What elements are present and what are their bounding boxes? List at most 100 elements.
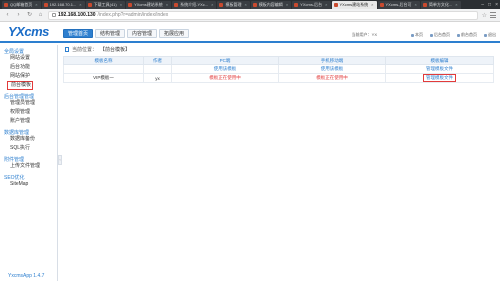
close-window-icon[interactable]: × <box>495 2 498 8</box>
browser-tab[interactable]: 系统介绍-YXc... × <box>172 1 217 9</box>
forward-icon[interactable]: › <box>15 12 22 19</box>
close-tab-icon[interactable]: × <box>455 1 457 9</box>
sidebar-item[interactable]: SiteMap <box>0 180 57 189</box>
back-icon[interactable]: ‹ <box>4 12 11 19</box>
close-tab-icon[interactable]: × <box>286 1 288 9</box>
sidebar-item[interactable]: 数据库备份 <box>0 135 57 144</box>
quick-link-logout[interactable]: 退出 <box>484 32 496 38</box>
sidebar: 全局设置 网站设置 后台功能 网站保护 前台模板 后台管理管理 管理员管理 权限管理 账户管理数… <box>0 45 58 281</box>
sidebar-item[interactable]: 网站保护 <box>0 72 57 81</box>
browser-tab[interactable]: 下载工具(41) × <box>85 1 126 9</box>
template-table: 模板名称 作者 PC端 手机移动端 模板编辑 使用该模板 使用该模板 管理模板文件 VIP模板… <box>63 56 494 83</box>
app-header: YXcms 管理首页 结构管理 内容管理 拓展应用 当前用户：YX 本页 后台首页 前… <box>0 22 500 43</box>
sidebar-section-title[interactable]: 全局设置 <box>0 45 57 55</box>
quick-link-admin-home[interactable]: 后台首页 <box>430 32 450 38</box>
template-name: VIP模板一 <box>93 75 114 80</box>
window-controls: – □ × <box>481 0 498 9</box>
favicon-icon <box>4 3 8 7</box>
browser-tab-bar: QQ邮箱首页 × 192.168.70.1... × 下载工具(41) × YXcms建站系… <box>0 0 500 9</box>
sidebar-item[interactable]: 网站设置 <box>0 54 57 63</box>
nav-tab[interactable]: 结构管理 <box>95 29 126 38</box>
nav-tab[interactable]: 拓展应用 <box>159 29 190 38</box>
sidebar-item[interactable]: 权限管理 <box>0 108 57 117</box>
table-cell: 使用该模板 <box>278 64 386 74</box>
table-cell: 使用该模板 <box>171 64 279 74</box>
template-in-use-label: 模板正在使用中 <box>209 75 241 80</box>
home-icon <box>430 33 433 37</box>
breadcrumb-current: 【前台模板】 <box>100 47 131 53</box>
close-tab-icon[interactable]: × <box>325 1 327 9</box>
close-tab-icon[interactable]: × <box>244 1 246 9</box>
close-tab-icon[interactable]: × <box>371 1 373 9</box>
sidebar-section-title[interactable]: 附件管理 <box>0 153 57 163</box>
browser-tab-label: YXcms建站系统 <box>339 2 369 7</box>
favicon-icon <box>128 3 133 7</box>
quick-link-site-home[interactable]: 前台首页 <box>457 32 477 38</box>
security-icon <box>52 13 56 17</box>
close-tab-icon[interactable]: × <box>120 1 122 9</box>
table-header-row: 模板名称 作者 PC端 手机移动端 模板编辑 <box>63 56 494 65</box>
browser-tab-label: 系统介绍-YXc... <box>180 2 209 7</box>
browser-tab-label: YXcms-后台可 <box>385 2 412 7</box>
sidebar-section-title[interactable]: SEO优化 <box>0 171 57 181</box>
maximize-icon[interactable]: □ <box>488 2 491 8</box>
manage-template-files-link[interactable]: 管理模板文件 <box>426 66 453 71</box>
nav-tab[interactable]: 内容管理 <box>127 29 158 38</box>
table-cell: 模板正在使用中 <box>278 73 386 83</box>
logout-icon <box>484 33 487 37</box>
close-tab-icon[interactable]: × <box>415 1 417 9</box>
browser-tab[interactable]: 192.168.70.1... × <box>41 1 85 9</box>
column-header: 模板名称 <box>63 56 144 65</box>
browser-tab[interactable]: 简单方文化... × <box>420 1 461 9</box>
url-field[interactable]: 192.168.100.130/index.php?r=admin/index/… <box>48 10 478 20</box>
browser-tab-label: YXcms建站系统 <box>134 2 163 7</box>
sidebar-item[interactable]: 账户管理 <box>0 117 57 126</box>
browser-tab[interactable]: 模板内容编辑 × <box>250 1 292 9</box>
sidebar-section-title[interactable]: 后台管理管理 <box>0 90 57 100</box>
browser-tab-label: 192.168.70.1... <box>49 2 77 7</box>
browser-tab[interactable]: YXcms建站系统 × <box>126 1 172 9</box>
manage-template-files-link[interactable]: 管理模板文件 <box>423 74 456 82</box>
main-nav: 管理首页 结构管理 内容管理 拓展应用 <box>63 29 190 38</box>
browser-tab[interactable]: YXcms-后台 × <box>292 1 331 9</box>
browser-tab-label: YXcms-后台 <box>300 2 323 7</box>
sidebar-item[interactable]: 上传文件管理 <box>0 162 57 171</box>
sidebar-collapse-toggle[interactable]: ‹ <box>58 155 62 165</box>
sidebar-item[interactable]: SQL执行 <box>0 144 57 153</box>
favicon-icon <box>43 3 48 7</box>
main-content: 当前位置： 【前台模板】 模板名称 作者 PC端 手机移动端 模板编辑 使用该模板 使用该… <box>63 45 495 281</box>
favicon-icon <box>294 3 299 7</box>
column-header: 模板编辑 <box>385 56 494 65</box>
favicon-icon <box>379 3 384 7</box>
browser-tab[interactable]: YXcms建站系统 × <box>331 1 377 9</box>
bookmark-star-icon[interactable]: ☆ <box>482 12 487 19</box>
close-tab-icon[interactable]: × <box>211 1 213 9</box>
sidebar-item[interactable]: 前台模板 <box>7 81 33 90</box>
quick-link-page[interactable]: 本页 <box>411 32 423 38</box>
use-template-link[interactable]: 使用该模板 <box>214 66 237 71</box>
close-tab-icon[interactable]: × <box>79 1 81 9</box>
close-tab-icon[interactable]: × <box>35 1 37 9</box>
column-header: 作者 <box>143 56 172 65</box>
close-tab-icon[interactable]: × <box>166 1 168 9</box>
sidebar-item[interactable]: 管理员管理 <box>0 99 57 108</box>
minimize-icon[interactable]: – <box>481 2 484 8</box>
sidebar-section-title[interactable]: 数据库管理 <box>0 126 57 136</box>
table-row: VIP模板一 yx 模板正在使用中 模板正在使用中 管理模板文件 <box>63 73 494 83</box>
table-row: 使用该模板 使用该模板 管理模板文件 <box>63 64 494 74</box>
url-host: 192.168.100.130 <box>58 12 96 18</box>
browser-tab[interactable]: 模板管理 × <box>217 1 250 9</box>
template-author: yx <box>155 75 160 81</box>
reload-icon[interactable]: ↻ <box>26 12 33 19</box>
nav-tab[interactable]: 管理首页 <box>63 29 94 38</box>
browser-tab[interactable]: QQ邮箱首页 × <box>2 1 41 9</box>
sidebar-item[interactable]: 后台功能 <box>0 63 57 72</box>
user-box: 当前用户：YX 本页 后台首页 前台首页 退出 <box>352 32 496 38</box>
use-template-link[interactable]: 使用该模板 <box>321 66 344 71</box>
home-icon[interactable]: ⌂ <box>37 12 44 19</box>
favicon-icon <box>219 3 224 7</box>
browser-tab[interactable]: YXcms-后台可 × <box>377 1 420 9</box>
document-icon <box>65 47 69 52</box>
favicon-icon <box>252 3 257 7</box>
browser-menu-icon[interactable] <box>490 12 496 18</box>
